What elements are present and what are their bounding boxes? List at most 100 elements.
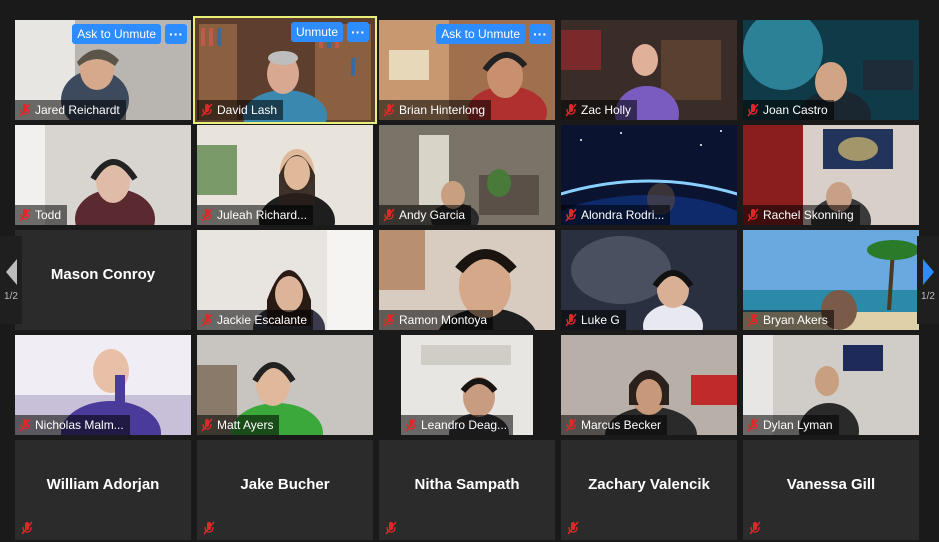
participant-nametag: Dylan Lyman	[743, 415, 839, 435]
participant-tile[interactable]: Jackie Escalante	[197, 230, 373, 330]
participant-name: Nitha Sampath	[414, 476, 520, 493]
chevron-right-icon	[922, 258, 934, 285]
participant-tile[interactable]: Dylan Lyman	[743, 335, 919, 435]
participant-nametag: Matt Ayers	[197, 415, 280, 435]
participant-name: Jake Bucher	[240, 476, 330, 493]
participant-tile[interactable]: Nicholas Malm...	[15, 335, 191, 435]
muted-mic-icon	[21, 521, 33, 535]
muted-mic-icon	[565, 208, 577, 222]
muted-mic-icon	[565, 313, 577, 327]
participant-name: Jared Reichardt	[35, 103, 120, 117]
more-options-button[interactable]: ···	[347, 22, 369, 42]
muted-mic-icon	[19, 418, 31, 432]
muted-mic-icon	[19, 208, 31, 222]
participant-nametag: Ramon Montoya	[379, 310, 494, 330]
ask-to-unmute-button[interactable]: Ask to Unmute	[436, 24, 525, 44]
participant-nametag: Nicholas Malm...	[15, 415, 130, 435]
muted-mic-icon	[19, 103, 31, 117]
participant-tile[interactable]: Todd	[15, 125, 191, 225]
participant-name: Bryan Akers	[763, 313, 828, 327]
page-indicator: 1/2	[921, 290, 935, 302]
participant-name: Todd	[35, 208, 62, 222]
participant-name: Zachary Valencik	[588, 476, 710, 493]
muted-mic-icon	[383, 208, 395, 222]
participant-nametag: Todd	[15, 205, 68, 225]
participant-nametag: Brian Hinterlong	[379, 100, 492, 120]
participant-name: William Adorjan	[46, 476, 160, 493]
participant-tile-no-video[interactable]: William Adorjan	[15, 440, 191, 540]
participant-nametag: Alondra Rodri...	[561, 205, 671, 225]
participant-tile[interactable]: Juleah Richard...	[197, 125, 373, 225]
participant-tile[interactable]: Zac Holly	[561, 20, 737, 120]
participant-name: Brian Hinterlong	[399, 103, 486, 117]
participant-nametag: Jared Reichardt	[15, 100, 126, 120]
muted-mic-icon	[565, 418, 577, 432]
participant-name: Jackie Escalante	[217, 313, 308, 327]
participant-tile[interactable]: Matt Ayers	[197, 335, 373, 435]
participant-tile[interactable]: Leandro Deag...	[401, 335, 533, 435]
participant-name: Zac Holly	[581, 103, 632, 117]
muted-mic-icon	[201, 103, 213, 117]
muted-mic-icon	[747, 103, 759, 117]
participant-name: Ramon Montoya	[399, 313, 488, 327]
participant-tile[interactable]: Bryan Akers	[743, 230, 919, 330]
participant-nametag: Zac Holly	[561, 100, 638, 120]
participant-nametag: Joan Castro	[743, 100, 834, 120]
participant-nametag: David Lash	[197, 100, 284, 120]
participant-name: Rachel Skonning	[763, 208, 854, 222]
muted-mic-icon	[565, 103, 577, 117]
participant-tile[interactable]: Alondra Rodri...	[561, 125, 737, 225]
muted-mic-icon	[383, 103, 395, 117]
participant-tile[interactable]: Andy Garcia	[379, 125, 555, 225]
muted-mic-indicator	[565, 520, 581, 536]
muted-mic-icon	[747, 313, 759, 327]
participant-tile[interactable]: Ramon Montoya	[379, 230, 555, 330]
participant-name: Mason Conroy	[50, 266, 156, 283]
muted-mic-icon	[383, 313, 395, 327]
participant-name: Luke G	[581, 313, 620, 327]
muted-mic-icon	[747, 208, 759, 222]
participant-tile[interactable]: Ask to Unmute ··· Jared Reichardt	[15, 20, 191, 120]
muted-mic-icon	[385, 521, 397, 535]
more-options-button[interactable]: ···	[165, 24, 187, 44]
muted-mic-icon	[747, 418, 759, 432]
participant-tile[interactable]: Ask to Unmute ··· Brian Hinterlong	[379, 20, 555, 120]
unmute-button[interactable]: Unmute	[290, 22, 343, 42]
participant-tile[interactable]: Rachel Skonning	[743, 125, 919, 225]
participant-nametag: Luke G	[561, 310, 626, 330]
muted-mic-icon	[201, 313, 213, 327]
muted-mic-indicator	[201, 520, 217, 536]
muted-mic-icon	[749, 521, 761, 535]
muted-mic-icon	[201, 418, 213, 432]
participant-tile[interactable]: Joan Castro	[743, 20, 919, 120]
participant-tile-no-video[interactable]: Nitha Sampath	[379, 440, 555, 540]
participant-tile[interactable]: Marcus Becker	[561, 335, 737, 435]
participant-name: Andy Garcia	[399, 208, 466, 222]
participant-name: Marcus Becker	[581, 418, 662, 432]
more-options-button[interactable]: ···	[529, 24, 551, 44]
participant-name: Vanessa Gill	[786, 476, 876, 493]
participant-tile-no-video[interactable]: Jake Bucher	[197, 440, 373, 540]
muted-mic-indicator	[747, 520, 763, 536]
muted-mic-icon	[203, 521, 215, 535]
participant-nametag: Marcus Becker	[561, 415, 668, 435]
participant-nametag: Juleah Richard...	[197, 205, 314, 225]
previous-page-button[interactable]: 1/2	[0, 236, 22, 324]
page-indicator: 1/2	[4, 290, 18, 302]
participant-name: Dylan Lyman	[763, 418, 833, 432]
participant-name: Joan Castro	[763, 103, 828, 117]
participant-nametag: Rachel Skonning	[743, 205, 860, 225]
participant-tile-no-video[interactable]: Zachary Valencik	[561, 440, 737, 540]
participant-tile-no-video[interactable]: Mason Conroy	[15, 230, 191, 330]
muted-mic-indicator	[19, 520, 35, 536]
next-page-button[interactable]: 1/2	[917, 236, 939, 324]
participant-nametag: Andy Garcia	[379, 205, 472, 225]
participant-name: Alondra Rodri...	[581, 208, 665, 222]
participant-tile-active-speaker[interactable]: Unmute ··· David Lash	[193, 16, 377, 124]
muted-mic-icon	[201, 208, 213, 222]
chevron-left-icon	[5, 258, 17, 285]
participant-tile-no-video[interactable]: Vanessa Gill	[743, 440, 919, 540]
ask-to-unmute-button[interactable]: Ask to Unmute	[72, 24, 161, 44]
participant-nametag: Bryan Akers	[743, 310, 834, 330]
participant-tile[interactable]: Luke G	[561, 230, 737, 330]
